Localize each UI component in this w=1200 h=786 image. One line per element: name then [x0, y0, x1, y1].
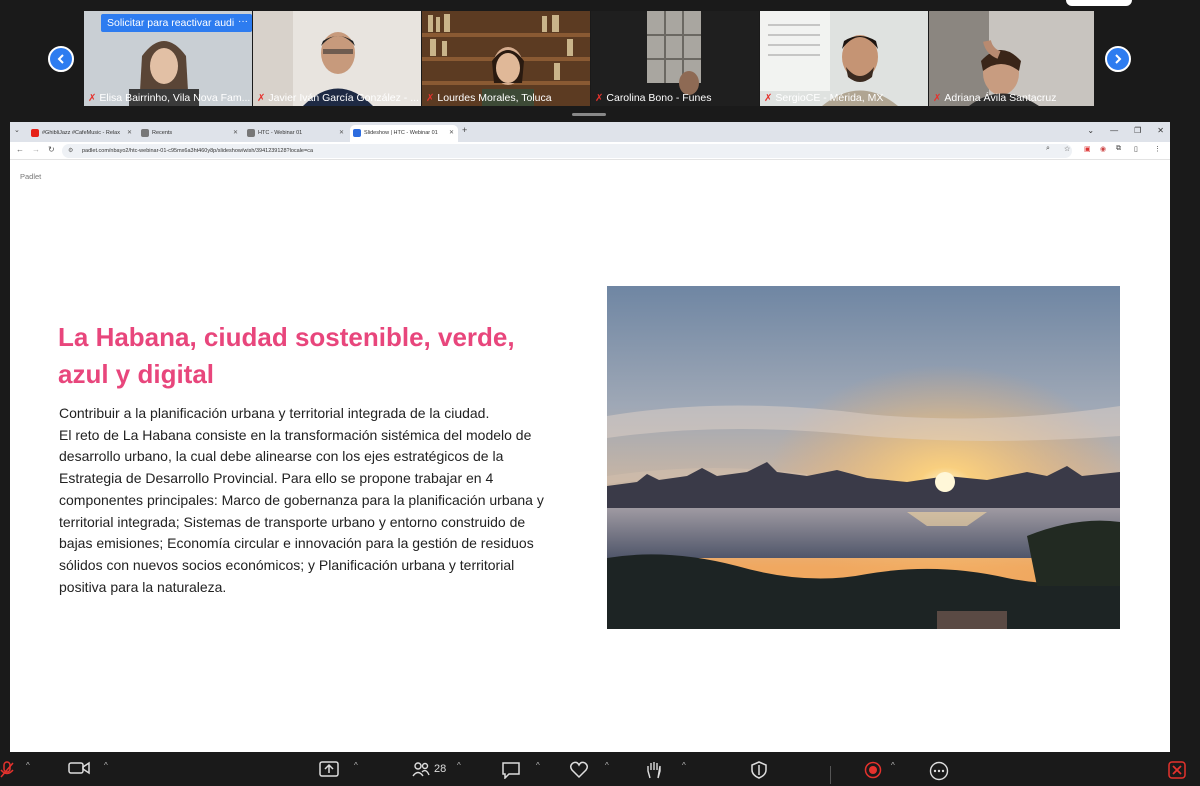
hand-options-chevron-icon[interactable]: ^: [682, 761, 686, 770]
browser-tab[interactable]: HTC - Webinar 01 ✕: [244, 125, 348, 142]
reactions-options-chevron-icon[interactable]: ^: [605, 761, 609, 770]
reload-icon[interactable]: ↻: [48, 145, 55, 154]
body-line: El reto de La Habana consiste en la tran…: [59, 426, 532, 443]
extensions-puzzle-icon[interactable]: ⧉: [1116, 145, 1121, 153]
chat-icon[interactable]: [501, 761, 521, 779]
participant-name: ✗ Lourdes Morales, Toluca: [426, 92, 552, 104]
reactivate-audio-button[interactable]: Solicitar para reactivar audio: [101, 14, 247, 32]
profile-icon[interactable]: ▯: [1134, 145, 1138, 153]
camera-icon[interactable]: [68, 761, 90, 775]
body-line: Estrategia de Desarrollo Provincial. Par…: [59, 470, 494, 487]
site-icon: [141, 129, 149, 137]
participants-count: 28: [434, 763, 447, 775]
toolbar-divider: [830, 766, 831, 784]
pdf-extension-icon[interactable]: ▣: [1084, 145, 1091, 153]
close-icon[interactable]: ✕: [127, 129, 132, 136]
participant-name: ✗ Elisa Bairrinho, Vila Nova Fam...: [88, 92, 251, 104]
chat-options-chevron-icon[interactable]: ^: [536, 761, 540, 770]
reactions-heart-icon[interactable]: [569, 761, 589, 779]
body-line: territorial integrada; Sistemas de trans…: [59, 513, 526, 530]
body-line: sólidos con nuevos socios económicos; y …: [59, 556, 515, 573]
mic-muted-icon: ✗: [595, 92, 604, 104]
padlet-logo[interactable]: Padlet: [20, 172, 41, 181]
maximize-button[interactable]: ❐: [1134, 126, 1141, 135]
record-icon[interactable]: [864, 761, 882, 779]
youtube-icon: [31, 129, 39, 137]
share-options-chevron-icon[interactable]: ^: [354, 761, 358, 770]
tab-search-icon[interactable]: ⌄: [14, 126, 20, 134]
tile-more-options-button[interactable]: ···: [234, 14, 252, 32]
view-toggle-button[interactable]: [1066, 0, 1132, 6]
participant-strip: ✗ Elisa Bairrinho, Vila Nova Fam... ✗ Javi…: [0, 0, 1200, 118]
participant-tile[interactable]: ✗ Lourdes Morales, Toluca: [422, 11, 590, 106]
body-line: desarrollo urbano, la cual debe alinears…: [59, 448, 504, 465]
body-line: componentes principales: Marco de gobern…: [59, 491, 544, 508]
browser-tab[interactable]: Recents ✕: [138, 125, 242, 142]
mic-muted-icon: ✗: [426, 92, 435, 104]
body-line: bajas emisiones; Economía circular e inn…: [59, 535, 534, 552]
mic-muted-icon: ✗: [257, 92, 266, 104]
participant-tile[interactable]: ✗ SergioCE - Mérida, MX: [760, 11, 928, 106]
mic-muted-icon: ✗: [764, 92, 773, 104]
mic-options-chevron-icon[interactable]: ^: [26, 761, 30, 770]
security-shield-icon[interactable]: [751, 761, 767, 779]
participant-tile[interactable]: ✗ Adriana Ávila Santacruz: [929, 11, 1094, 106]
participant-name: ✗ SergioCE - Mérida, MX: [764, 92, 884, 104]
close-window-button[interactable]: ✕: [1157, 126, 1164, 135]
tab-title: #GhibliJazz #CafeMusic - Relax: [42, 130, 120, 136]
browser-tab-active[interactable]: Slideshow | HTC - Webinar 01 ✕: [350, 125, 458, 142]
minimize-button[interactable]: —: [1110, 126, 1118, 135]
tab-list-button[interactable]: ⌄: [1087, 126, 1094, 135]
browser-tab[interactable]: #GhibliJazz #CafeMusic - Relax ✕: [28, 125, 136, 142]
leave-meeting-icon[interactable]: [1168, 761, 1186, 779]
record-options-chevron-icon[interactable]: ^: [891, 761, 895, 770]
site-icon: [247, 129, 255, 137]
participant-tile[interactable]: ✗ Javier Iván García González - ...: [253, 11, 421, 106]
more-options-icon[interactable]: [929, 761, 949, 781]
microphone-muted-icon[interactable]: [0, 761, 14, 779]
share-screen-icon[interactable]: [319, 761, 339, 777]
meeting-toolbar: ^ ^ ^ 28 ^ ^ ^ ^ ^: [0, 756, 1200, 786]
address-bar-row: ← → ↻ ⚙ padlet.com/nbayo2/htc-webinar-01…: [10, 142, 1170, 160]
tab-title: Slideshow | HTC - Webinar 01: [364, 130, 438, 136]
bookmark-star-icon[interactable]: ☆: [1064, 145, 1070, 153]
zoom-icon[interactable]: ⌕: [1046, 145, 1050, 153]
havana-sunset-photo: [607, 286, 1120, 629]
mic-muted-icon: ✗: [933, 92, 942, 104]
close-icon[interactable]: ✕: [449, 129, 454, 136]
body-line: Contribuir a la planificación urbana y t…: [59, 405, 490, 421]
participant-name: ✗ Adriana Ávila Santacruz: [933, 92, 1057, 104]
extension-icon[interactable]: ◉: [1100, 145, 1106, 153]
raise-hand-icon[interactable]: [646, 761, 662, 779]
forward-arrow-icon[interactable]: →: [32, 145, 40, 154]
shared-screen-browser: ⌄ #GhibliJazz #CafeMusic - Relax ✕ Recen…: [10, 122, 1170, 752]
tab-title: Recents: [152, 130, 173, 136]
close-icon[interactable]: ✕: [339, 129, 344, 136]
chevron-left-icon[interactable]: [48, 46, 74, 72]
mic-muted-icon: ✗: [88, 92, 97, 104]
window-controls: ⌄ — ❐ ✕: [1087, 126, 1164, 135]
site-info-icon[interactable]: ⚙: [68, 147, 76, 155]
participant-name: ✗ Carolina Bono - Funes: [595, 92, 712, 104]
url-field[interactable]: ⚙ padlet.com/nbayo2/htc-webinar-01-c95mx…: [62, 144, 1072, 158]
kebab-menu-icon[interactable]: ⋮: [1154, 145, 1161, 153]
browser-tab-bar: ⌄ #GhibliJazz #CafeMusic - Relax ✕ Recen…: [10, 122, 1170, 142]
close-icon[interactable]: ✕: [233, 129, 238, 136]
padlet-slideshow-page: Padlet La Habana, ciudad sostenible, ver…: [10, 160, 1170, 752]
camera-options-chevron-icon[interactable]: ^: [104, 761, 108, 770]
strip-resize-handle[interactable]: [572, 113, 606, 116]
participant-tile[interactable]: ✗ Carolina Bono - Funes: [591, 11, 759, 106]
slide-title: La Habana, ciudad sostenible, verde, azu…: [58, 322, 515, 389]
tab-title: HTC - Webinar 01: [258, 130, 303, 136]
participant-name: ✗ Javier Iván García González - ...: [257, 92, 419, 104]
chevron-right-icon[interactable]: [1105, 46, 1131, 72]
participants-options-chevron-icon[interactable]: ^: [457, 761, 461, 770]
back-arrow-icon[interactable]: ←: [16, 145, 24, 154]
new-tab-button[interactable]: +: [462, 125, 467, 135]
padlet-icon: [353, 129, 361, 137]
body-line: positiva para la naturaleza.: [59, 578, 227, 595]
slide-body: Contribuir a la planificación urbana y t…: [59, 403, 559, 598]
url-text: padlet.com/nbayo2/htc-webinar-01-c95mx6a…: [82, 148, 313, 154]
participants-button[interactable]: 28: [412, 761, 446, 777]
